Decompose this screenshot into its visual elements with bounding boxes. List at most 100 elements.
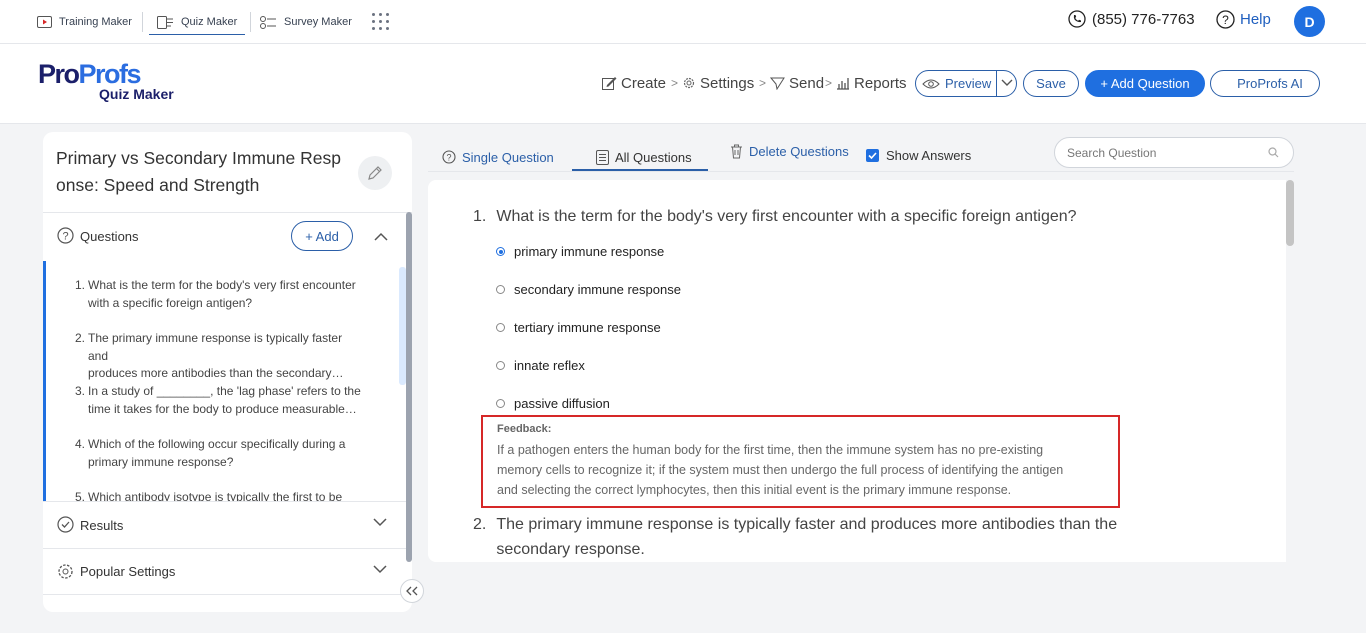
delete-questions-button[interactable]: Delete Questions <box>730 136 849 166</box>
chevron-down-icon <box>373 518 387 527</box>
sidebar-scrollbar[interactable] <box>406 212 412 562</box>
pencil-icon <box>368 166 382 180</box>
quiz-title: Primary vs Secondary Immune Resp onse: S… <box>56 145 356 199</box>
tab-label: Delete Questions <box>749 143 849 159</box>
question-text: time it takes for the body to produce me… <box>88 401 357 416</box>
chevron-right-icon: > <box>825 76 833 90</box>
nav-settings[interactable]: > Settings <box>671 72 754 94</box>
top-bar: Training Maker Quiz Maker Survey Maker (… <box>0 0 1366 44</box>
question-text: In a study of ________, the 'lag phase' … <box>88 384 361 398</box>
questions-section-header[interactable]: ? Questions + Add <box>43 212 412 259</box>
question-number: 1. <box>75 278 86 292</box>
list-item[interactable]: 5. Which antibody isotype is typically t… <box>75 489 365 501</box>
chevron-up-icon[interactable] <box>374 232 388 241</box>
question-number: 2. <box>473 516 487 533</box>
answer-option[interactable]: secondary immune response <box>496 282 681 297</box>
answer-option[interactable]: innate reflex <box>496 358 585 373</box>
scroll-thumb[interactable] <box>1286 180 1294 246</box>
answer-option[interactable]: passive diffusion <box>496 396 610 411</box>
feedback-line: and selecting the correct lymphocytes, t… <box>497 483 1012 497</box>
question-sidebar: Primary vs Secondary Immune Resp onse: S… <box>43 132 412 612</box>
radio[interactable] <box>496 361 505 370</box>
answer-option[interactable]: primary immune response <box>496 244 664 259</box>
svg-text:?: ? <box>62 231 68 243</box>
radio-selected[interactable] <box>496 247 505 256</box>
app-training-maker[interactable]: Training Maker <box>37 0 132 44</box>
feedback-line: If a pathogen enters the human body for … <box>497 443 1044 457</box>
results-label: Results <box>80 517 124 533</box>
nav-label: Reports <box>854 74 907 92</box>
questions-label: Questions <box>80 228 139 244</box>
main-scrollbar[interactable] <box>1286 180 1294 562</box>
collapse-sidebar-button[interactable] <box>400 579 424 603</box>
nav-send[interactable]: > Send <box>759 72 824 94</box>
gear-icon <box>683 77 695 89</box>
nav-label: Settings <box>700 74 755 92</box>
header: ProProfs Quiz Maker Create > Settings > … <box>0 44 1366 124</box>
question-1[interactable]: 1. What is the term for the body's very … <box>473 208 1077 226</box>
add-question-button[interactable]: + Add Question <box>1085 70 1205 97</box>
app-label: Survey Maker <box>284 16 352 28</box>
show-answers-checkbox[interactable]: Show Answers <box>866 140 971 170</box>
chevron-right-icon: > <box>671 76 679 90</box>
help-link[interactable]: ? Help <box>1216 10 1271 29</box>
tab-all-questions[interactable]: All Questions <box>596 142 692 172</box>
add-question-small-button[interactable]: + Add <box>291 221 353 251</box>
trash-icon <box>731 144 742 158</box>
proprofs-logo[interactable]: ProProfs Quiz Maker <box>38 60 174 102</box>
question-text: primary immune response? <box>88 454 234 469</box>
question-circle-icon: ? <box>442 150 456 164</box>
list-item[interactable]: 3. In a study of ________, the 'lag phas… <box>75 383 365 418</box>
feedback-line: memory cells to recognize it; if the sys… <box>497 463 1064 477</box>
option-label: innate reflex <box>514 358 585 373</box>
radio[interactable] <box>496 399 505 408</box>
answer-option[interactable]: tertiary immune response <box>496 320 661 335</box>
question-number: 1. <box>473 208 487 225</box>
tab-single-question[interactable]: ? Single Question <box>442 142 554 172</box>
nav-reports[interactable]: > Reports <box>825 72 907 94</box>
app-quiz-maker[interactable]: Quiz Maker <box>148 0 246 44</box>
phone-number[interactable]: (855) 776-7763 <box>1068 10 1195 28</box>
list-item[interactable]: 4. Which of the following occur specific… <box>75 436 365 471</box>
radio[interactable] <box>496 285 505 294</box>
search-icon <box>1268 147 1279 158</box>
question-number: 5. <box>75 490 86 501</box>
results-section-header[interactable]: Results <box>43 501 412 548</box>
question-text: with a specific foreign antigen? <box>88 295 253 310</box>
save-button[interactable]: Save <box>1023 70 1079 97</box>
checkmark-icon <box>868 151 877 159</box>
list-item[interactable]: 2. The primary immune response is typica… <box>75 330 365 383</box>
quiz-title-line: Primary vs Secondary Immune Resp <box>56 148 341 168</box>
divider <box>250 12 251 32</box>
survey-icon <box>260 15 276 29</box>
tab-label: Single Question <box>462 149 554 165</box>
app-survey-maker[interactable]: Survey Maker <box>260 0 352 44</box>
chevron-down-icon[interactable] <box>1001 79 1013 87</box>
feedback-heading: Feedback: <box>497 423 552 435</box>
quiz-title-line: onse: Speed and Strength <box>56 175 260 195</box>
popular-settings-section-header[interactable]: Popular Settings <box>43 548 412 595</box>
question-number: 3. <box>75 384 86 398</box>
question-list-scrollbar[interactable] <box>399 267 406 385</box>
eye-icon <box>922 79 940 88</box>
check-circle-icon <box>57 516 74 533</box>
feedback-box: Feedback: If a pathogen enters the human… <box>481 415 1120 508</box>
preview-button[interactable]: Preview <box>915 70 1017 97</box>
avatar[interactable]: D <box>1294 6 1325 37</box>
radio[interactable] <box>496 323 505 332</box>
nav-label: Create <box>621 74 667 92</box>
tabs-divider <box>428 171 1294 172</box>
svg-text:?: ? <box>1222 13 1229 27</box>
edit-title-button[interactable] <box>358 156 392 190</box>
divider <box>142 12 143 32</box>
proprofs-ai-button[interactable]: ProProfs AI <box>1210 70 1320 97</box>
chevron-right-icon: > <box>759 76 767 90</box>
list-item[interactable]: 1. What is the term for the body's very … <box>75 277 365 312</box>
checkbox-checked[interactable] <box>866 148 879 162</box>
question-2[interactable]: 2. The primary immune response is typica… <box>473 512 1173 562</box>
feedback-text: If a pathogen enters the human body for … <box>497 440 1104 500</box>
search-question-input[interactable]: Search Question <box>1054 137 1294 168</box>
apps-grid-icon[interactable] <box>372 13 390 31</box>
show-answers-label: Show Answers <box>886 147 972 163</box>
nav-create[interactable]: Create <box>602 72 666 94</box>
